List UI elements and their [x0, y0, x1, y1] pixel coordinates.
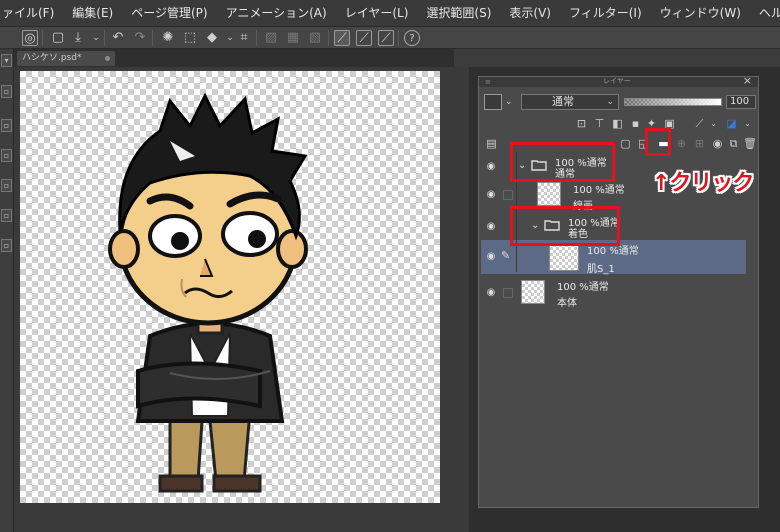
redo-icon[interactable]: ↷ — [132, 30, 148, 46]
lock-icon[interactable]: ▪ — [629, 117, 642, 130]
loading-icon[interactable]: ✺ — [160, 30, 176, 46]
canvas[interactable] — [20, 71, 440, 503]
tool-strip-button[interactable]: ▫ — [1, 179, 12, 192]
dropdown-icon[interactable]: ⌄ — [88, 30, 104, 46]
crop-icon[interactable]: ⌗ — [236, 30, 252, 46]
toolbar-separator — [42, 30, 43, 46]
snap-grid-icon[interactable]: ▦ — [285, 30, 301, 46]
menu-help[interactable]: ヘルプ(H) — [750, 0, 780, 27]
tool-strip-button[interactable]: ▫ — [1, 149, 12, 162]
character-illustration — [108, 92, 308, 493]
clip-icon[interactable]: ⊡ — [575, 117, 588, 130]
opacity-slider[interactable] — [624, 98, 722, 106]
app-icon[interactable]: ◎ — [22, 30, 38, 46]
layer-thumbnail — [521, 280, 545, 304]
canvas-area — [14, 67, 469, 532]
toolbar-separator — [328, 30, 329, 46]
tool-strip-button[interactable]: ▫ — [1, 85, 12, 98]
document-tab[interactable]: ハシケソ.psd* — [17, 51, 115, 66]
undo-icon[interactable]: ↶ — [110, 30, 126, 46]
tool-strip-button[interactable]: ▫ — [1, 239, 12, 252]
command-toolbar: ◎ ▢ ⤓ ⌄ ↶ ↷ ✺ ⬚ ◆ ⌄ ⌗ ▨ ▦ ▧ ⟋ ⟋ ⟋ ? — [0, 27, 780, 49]
pencil-icon: ✎ — [501, 249, 511, 262]
apply-mask-icon[interactable]: ⧉ — [727, 137, 740, 150]
toolbar-separator — [152, 30, 153, 46]
toolbar-separator — [256, 30, 257, 46]
chevron-down-icon[interactable]: ⌄ — [707, 117, 720, 130]
trash-icon[interactable]: 🗑 — [743, 137, 757, 150]
transform-icon[interactable]: ⬚ — [182, 30, 198, 46]
layer-color-icon[interactable]: ◪ — [725, 117, 738, 130]
layer-opacity-mode: 100 %通常 — [557, 282, 609, 293]
menu-bar: ァイル(F) 編集(E) ページ管理(P) アニメーション(A) レイヤー(L)… — [0, 0, 780, 27]
curve-ruler-icon[interactable]: ⟋ — [356, 30, 372, 46]
menu-animation[interactable]: アニメーション(A) — [217, 0, 336, 27]
perspective-ruler-icon[interactable]: ⟋ — [378, 30, 394, 46]
folder-layer-highlight — [510, 206, 620, 246]
menu-window[interactable]: ウィンドウ(W) — [651, 0, 750, 27]
layer-opacity-mode: 100 %通常 — [573, 185, 625, 196]
menu-view[interactable]: 表示(V) — [500, 0, 560, 27]
layer-thumbnail — [537, 182, 561, 206]
tool-strip-button[interactable]: ▫ — [1, 119, 12, 132]
layer-color-swatch[interactable] — [484, 94, 502, 110]
palette-color-icon[interactable]: ⟋ — [693, 117, 706, 130]
transfer-down-icon[interactable]: ⊕ — [675, 137, 688, 150]
help-icon[interactable]: ? — [404, 30, 420, 46]
toolbar-separator — [398, 30, 399, 46]
mask-icon[interactable]: ◉ — [711, 137, 724, 150]
chevron-down-icon: ⌄ — [606, 97, 614, 107]
toolbar-separator — [104, 30, 105, 46]
visibility-eye-icon[interactable]: ◉ — [485, 288, 497, 298]
layer-row[interactable]: ◉ 100 %通常 本体 — [481, 276, 746, 310]
snap-off-icon[interactable]: ▨ — [263, 30, 279, 46]
visibility-eye-icon[interactable]: ◉ — [485, 222, 497, 232]
close-icon[interactable]: × — [743, 74, 752, 87]
ruler-icon[interactable]: ⟋ — [334, 30, 350, 46]
visibility-eye-icon[interactable]: ◉ — [485, 162, 497, 172]
layer-name: 肌S_1 — [587, 264, 615, 275]
left-tool-strip: ▾ ▫ ▫ ▫ ▫ ▫ ▫ — [0, 49, 14, 532]
lock-checkbox[interactable] — [503, 288, 513, 298]
merge-icon[interactable]: ⊞ — [693, 137, 706, 150]
save-icon[interactable]: ⤓ — [70, 30, 86, 46]
menu-page[interactable]: ページ管理(P) — [122, 0, 216, 27]
reference-layer-icon[interactable]: ⊤ — [593, 117, 606, 130]
tool-strip-button[interactable]: ▾ — [1, 54, 12, 67]
tool-strip-button[interactable]: ▫ — [1, 209, 12, 222]
layer-panel-title: レイヤー — [603, 77, 631, 85]
document-tab-bar: ハシケソ.psd* — [14, 49, 454, 67]
click-annotation: ↑クリック — [652, 171, 754, 196]
menu-filter[interactable]: フィルター(I) — [560, 0, 651, 27]
layer-thumbnail — [549, 243, 579, 271]
menu-file[interactable]: ァイル(F) — [0, 0, 63, 27]
lock-checkbox[interactable] — [503, 190, 513, 200]
new-raster-layer-icon[interactable]: ▢ — [619, 137, 632, 150]
draft-layer-icon[interactable]: ◧ — [611, 117, 624, 130]
visibility-eye-icon[interactable]: ◉ — [485, 190, 497, 200]
fill-icon[interactable]: ◆ — [204, 30, 220, 46]
panel-grip-icon[interactable]: ≡ — [485, 78, 491, 86]
folder-layer-highlight — [510, 142, 615, 182]
menu-edit[interactable]: 編集(E) — [63, 0, 122, 27]
opacity-input[interactable]: 100 — [726, 95, 756, 109]
layer-name: 本体 — [557, 298, 577, 309]
chevron-down-icon[interactable]: ⌄ — [505, 94, 516, 110]
layer-options-row: ⊡ ⊤ ◧ ▪ ✦ ▣ ⟋ ⌄ ◪ ⌄ — [479, 115, 758, 133]
new-canvas-icon[interactable]: ▢ — [50, 30, 66, 46]
chevron-down-icon[interactable]: ⌄ — [741, 117, 754, 130]
layer-list-icon[interactable]: ▤ — [485, 137, 498, 150]
blend-mode-select[interactable]: 通常 ⌄ — [521, 94, 619, 110]
visibility-eye-icon[interactable]: ◉ — [485, 252, 497, 262]
blend-mode-value: 通常 — [552, 95, 574, 108]
layer-panel-title-bar[interactable]: ≡ レイヤー × — [479, 74, 758, 87]
layer-property-row: ⌄ 通常 ⌄ 100 — [479, 91, 758, 113]
snap-ruler-icon[interactable]: ▧ — [307, 30, 323, 46]
menu-selection[interactable]: 選択範囲(S) — [417, 0, 500, 27]
close-tab-icon[interactable] — [105, 56, 110, 61]
document-tab-label: ハシケソ.psd* — [22, 53, 82, 63]
menu-layer[interactable]: レイヤー(L) — [336, 0, 418, 27]
